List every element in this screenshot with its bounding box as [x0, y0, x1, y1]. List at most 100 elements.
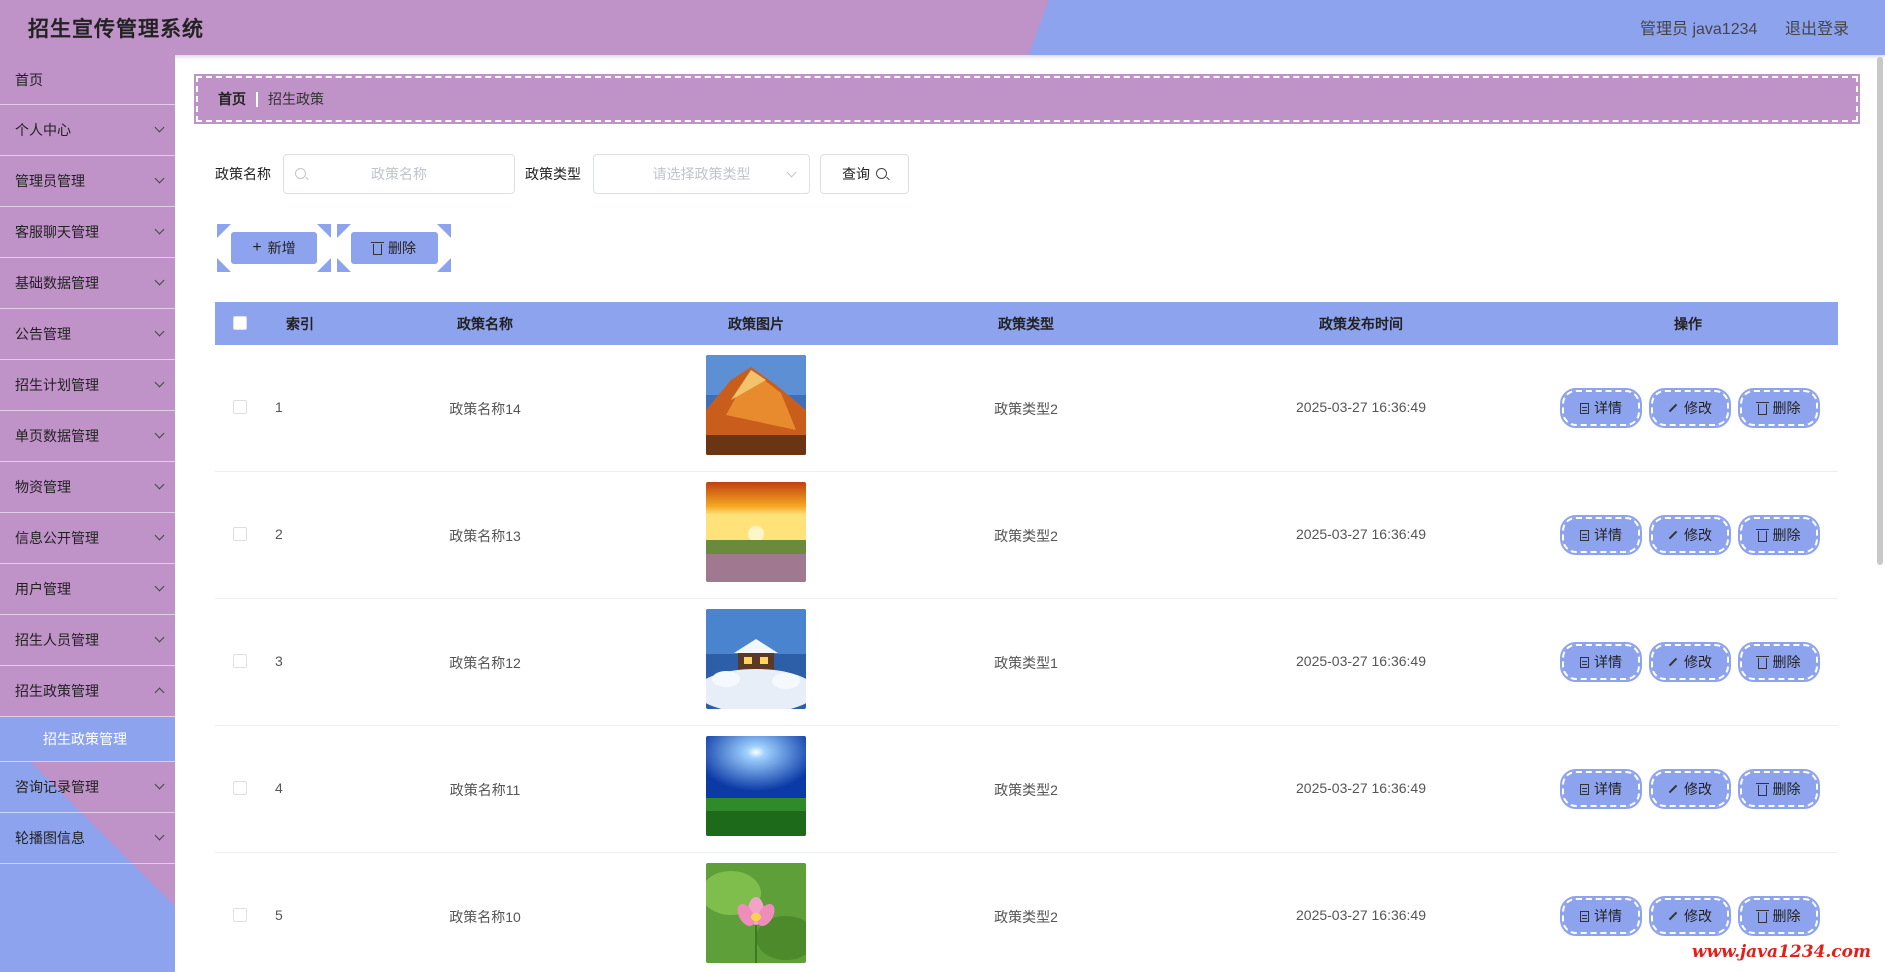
- delete-button[interactable]: 删除: [1738, 515, 1820, 555]
- sidebar-item-label: 单页数据管理: [15, 428, 99, 444]
- delete-button[interactable]: 删除: [1738, 642, 1820, 682]
- sidebar-item-recruiters[interactable]: 招生人员管理: [0, 615, 175, 666]
- top-header: 招生宣传管理系统 管理员 java1234 退出登录: [0, 0, 1885, 55]
- edit-button[interactable]: 修改: [1649, 896, 1731, 936]
- sidebar-item-enrollment-plan[interactable]: 招生计划管理: [0, 360, 175, 411]
- batch-delete-button[interactable]: 删除: [351, 232, 438, 264]
- edit-icon: [1668, 530, 1678, 540]
- detail-button[interactable]: 详情: [1560, 642, 1642, 682]
- row-time: 2025-03-27 16:36:49: [1296, 526, 1426, 542]
- sidebar-item-enrollment-policy[interactable]: 招生政策管理: [0, 666, 175, 717]
- edit-button[interactable]: 修改: [1649, 769, 1731, 809]
- header-image: 政策图片: [728, 315, 784, 332]
- sidebar-item-info-disclosure[interactable]: 信息公开管理: [0, 513, 175, 564]
- row-checkbox[interactable]: [233, 400, 247, 414]
- document-icon: [1580, 529, 1589, 541]
- detail-button-label: 详情: [1594, 654, 1622, 670]
- chevron-down-icon: [154, 632, 165, 643]
- vertical-scrollbar[interactable]: [1877, 57, 1883, 565]
- edit-button[interactable]: 修改: [1649, 388, 1731, 428]
- detail-button[interactable]: 详情: [1560, 896, 1642, 936]
- trash-icon: [1755, 401, 1769, 415]
- sidebar-item-consult-records[interactable]: 咨询记录管理: [0, 762, 175, 813]
- chevron-down-icon: [154, 224, 165, 235]
- trash-icon: [1755, 909, 1769, 923]
- table-row: 2 政策名称13 政策类型2 2025-03-27 16:36:49 详情 修改…: [215, 472, 1838, 599]
- query-button-label: 查询: [842, 166, 870, 182]
- delete-button[interactable]: 删除: [1738, 388, 1820, 428]
- select-all-checkbox[interactable]: [233, 316, 247, 330]
- policy-table: 索引 政策名称 政策图片 政策类型 政策发布时间 操作 1 政策名称14 政策类…: [215, 302, 1838, 972]
- row-time: 2025-03-27 16:36:49: [1296, 399, 1426, 415]
- add-button[interactable]: + 新增: [231, 232, 317, 264]
- sidebar-item-single-page-data[interactable]: 单页数据管理: [0, 411, 175, 462]
- trash-icon: [1755, 782, 1769, 796]
- policy-name-placeholder: 政策名称: [371, 166, 427, 182]
- document-icon: [1580, 656, 1589, 668]
- sidebar-subitem-enrollment-policy[interactable]: 招生政策管理: [0, 717, 175, 762]
- sidebar-item-base-data[interactable]: 基础数据管理: [0, 258, 175, 309]
- sidebar-item-users[interactable]: 用户管理: [0, 564, 175, 615]
- table-row: 3 政策名称12 政策类型1 2025-03-27 16:36:49 详情 修改…: [215, 599, 1838, 726]
- document-icon: [1580, 402, 1589, 414]
- sidebar-item-label: 招生人员管理: [15, 632, 99, 648]
- row-checkbox[interactable]: [233, 908, 247, 922]
- header-name: 政策名称: [457, 315, 513, 332]
- delete-button[interactable]: 删除: [1738, 769, 1820, 809]
- sidebar: 首页 个人中心 管理员管理 客服聊天管理 基础数据管理 公告管理 招生计划管理 …: [0, 55, 175, 972]
- row-type: 政策类型2: [994, 782, 1058, 798]
- breadcrumb-separator: [256, 91, 258, 107]
- policy-image[interactable]: [706, 736, 806, 836]
- sidebar-item-label: 招生计划管理: [15, 377, 99, 393]
- row-name: 政策名称12: [449, 655, 521, 671]
- policy-type-select[interactable]: 请选择政策类型: [593, 154, 810, 194]
- sidebar-item-personal-center[interactable]: 个人中心: [0, 105, 175, 156]
- watermark: www.java1234.com: [1691, 942, 1871, 962]
- policy-type-placeholder: 请选择政策类型: [652, 166, 751, 182]
- policy-image[interactable]: [706, 482, 806, 582]
- edit-button[interactable]: 修改: [1649, 642, 1731, 682]
- logout-link[interactable]: 退出登录: [1785, 15, 1849, 39]
- row-name: 政策名称13: [449, 528, 521, 544]
- policy-name-input[interactable]: 政策名称: [283, 154, 515, 194]
- detail-button[interactable]: 详情: [1560, 515, 1642, 555]
- delete-button[interactable]: 删除: [1738, 896, 1820, 936]
- row-checkbox[interactable]: [233, 527, 247, 541]
- row-name: 政策名称11: [449, 782, 521, 798]
- policy-image[interactable]: [706, 355, 806, 455]
- detail-button-label: 详情: [1594, 781, 1622, 797]
- sidebar-item-label: 物资管理: [15, 479, 71, 495]
- edit-icon: [1668, 911, 1678, 921]
- edit-button[interactable]: 修改: [1649, 515, 1731, 555]
- sidebar-item-home[interactable]: 首页: [0, 55, 175, 105]
- sidebar-item-label: 用户管理: [15, 581, 71, 597]
- detail-button[interactable]: 详情: [1560, 388, 1642, 428]
- breadcrumb-home[interactable]: 首页: [218, 89, 246, 109]
- document-icon: [1580, 783, 1589, 795]
- sidebar-item-admin-management[interactable]: 管理员管理: [0, 156, 175, 207]
- edit-button-label: 修改: [1684, 527, 1712, 543]
- sidebar-item-label: 招生政策管理: [15, 683, 99, 699]
- edit-button-label: 修改: [1684, 400, 1712, 416]
- row-checkbox[interactable]: [233, 781, 247, 795]
- delete-button-label: 删除: [1772, 654, 1801, 670]
- detail-button-label: 详情: [1594, 908, 1622, 924]
- detail-button-label: 详情: [1594, 527, 1622, 543]
- sidebar-item-carousel[interactable]: 轮播图信息: [0, 813, 175, 864]
- policy-image[interactable]: [706, 863, 806, 963]
- search-icon: [876, 167, 887, 179]
- policy-image[interactable]: [706, 609, 806, 709]
- table-row: 1 政策名称14 政策类型2 2025-03-27 16:36:49 详情 修改…: [215, 345, 1838, 472]
- sidebar-item-customer-chat[interactable]: 客服聊天管理: [0, 207, 175, 258]
- sidebar-item-announcements[interactable]: 公告管理: [0, 309, 175, 360]
- delete-button-label: 删除: [1772, 400, 1801, 416]
- sidebar-item-label: 客服聊天管理: [15, 224, 99, 240]
- detail-button[interactable]: 详情: [1560, 769, 1642, 809]
- edit-icon: [1668, 784, 1678, 794]
- sidebar-item-materials[interactable]: 物资管理: [0, 462, 175, 513]
- query-button[interactable]: 查询: [820, 154, 909, 194]
- search-icon: [295, 168, 306, 179]
- row-type: 政策类型1: [994, 655, 1058, 671]
- chevron-down-icon: [154, 479, 165, 490]
- row-checkbox[interactable]: [233, 654, 247, 668]
